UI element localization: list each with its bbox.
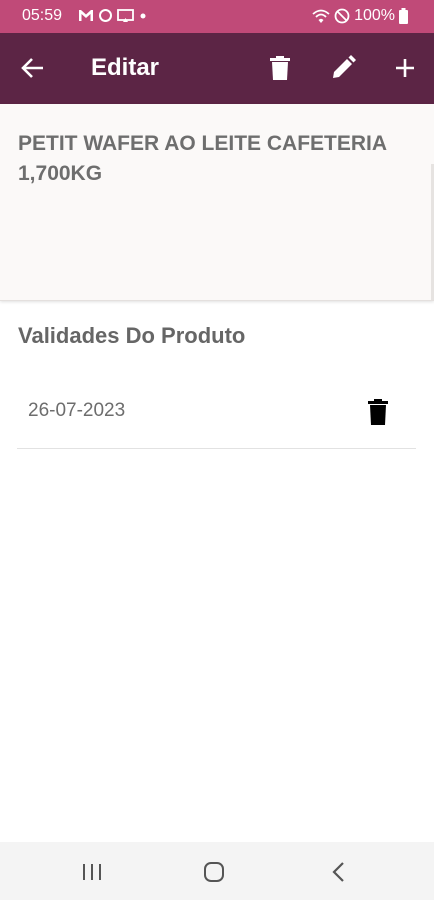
trash-icon [270,56,290,80]
validities-section-title: Validades Do Produto [18,323,246,348]
add-validity-button[interactable] [390,53,420,83]
notification-icons [78,8,148,23]
home-icon [204,862,224,882]
validity-row[interactable]: 26-07-2023 [17,378,416,449]
recents-button[interactable] [78,860,106,884]
plus-icon [396,59,414,77]
product-name: PETIT WAFER AO LEITE CAFETERIA 1,700KG [18,132,387,185]
battery-icon [399,8,408,24]
delete-product-button[interactable] [265,53,295,83]
page-title: Editar [91,54,160,81]
delete-validity-button[interactable] [367,398,393,426]
back-arrow-icon [21,58,43,78]
status-time: 05:59 [22,7,63,24]
cast-icon [117,8,134,22]
dot-icon [140,13,146,18]
validity-date: 26-07-2023 [28,400,126,421]
trash-icon [368,399,388,425]
circle-icon [99,9,112,22]
status-bar: 05:59 100% [0,0,434,33]
back-button[interactable] [20,55,46,81]
product-card: PETIT WAFER AO LEITE CAFETERIA 1,700KG [0,104,434,301]
edit-product-button[interactable] [328,53,358,83]
system-icons: 100% [312,7,408,25]
pencil-icon [333,55,356,78]
wifi-icon [312,9,330,23]
app-bar: Editar [0,33,434,104]
do-not-disturb-icon [334,8,350,24]
back-icon [332,862,344,882]
nav-back-button[interactable] [324,860,352,884]
recents-icon [83,864,101,880]
system-nav-bar [0,842,434,900]
home-button[interactable] [200,860,228,884]
gmail-icon [79,10,93,21]
battery-percent: 100% [354,7,395,24]
